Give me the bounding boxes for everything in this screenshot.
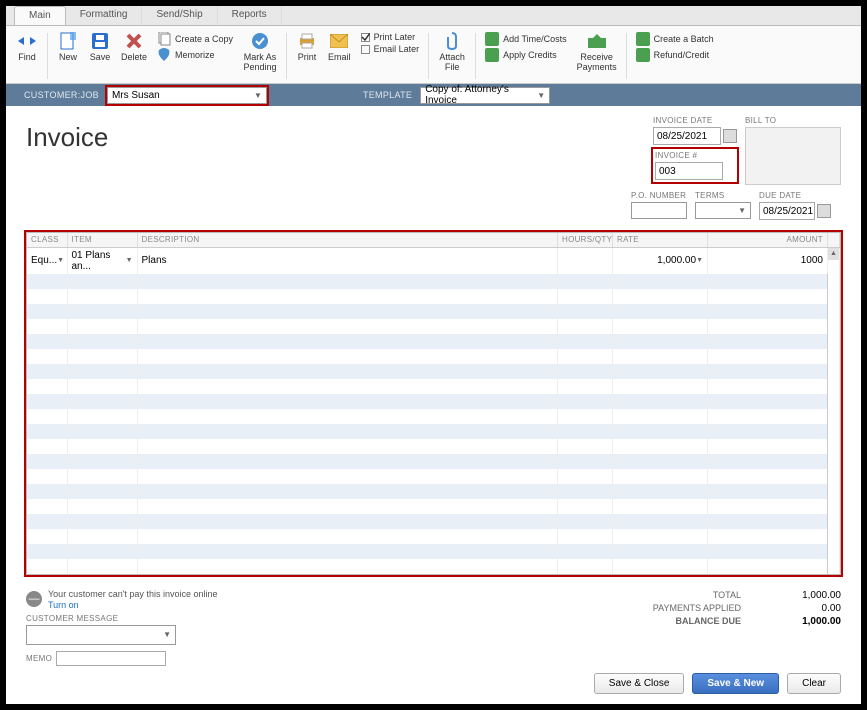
receive-button[interactable]: Receive Payments xyxy=(573,30,621,74)
memorize-icon xyxy=(157,48,171,62)
memo-input[interactable] xyxy=(56,651,166,666)
line-items-table: CLASS ITEM DESCRIPTION HOURS/QTY RATE AM… xyxy=(26,232,841,575)
tab-formatting[interactable]: Formatting xyxy=(66,6,143,25)
later-group: Print Later Email Later xyxy=(357,30,424,56)
info-icon: — xyxy=(26,591,42,607)
save-icon xyxy=(91,32,109,50)
col-desc[interactable]: DESCRIPTION xyxy=(137,233,558,247)
new-icon xyxy=(59,32,77,50)
refund-button[interactable]: Refund/Credit xyxy=(636,48,714,62)
tab-sendship[interactable]: Send/Ship xyxy=(142,6,217,25)
template-label: TEMPLATE xyxy=(363,90,412,100)
credits-group: Add Time/Costs Apply Credits xyxy=(481,30,571,64)
customer-message-combo[interactable]: ▼ xyxy=(26,625,176,645)
col-rate[interactable]: RATE xyxy=(613,233,708,247)
col-amount[interactable]: AMOUNT xyxy=(708,233,828,247)
check-icon xyxy=(251,32,269,50)
calendar-icon[interactable] xyxy=(723,129,737,143)
invoice-date-label: INVOICE DATE xyxy=(653,116,737,125)
save-close-button[interactable]: Save & Close xyxy=(594,673,685,694)
save-button[interactable]: Save xyxy=(85,30,115,64)
print-icon xyxy=(298,32,316,50)
new-button[interactable]: New xyxy=(53,30,83,64)
email-button[interactable]: Email xyxy=(324,30,355,64)
clock-icon xyxy=(485,32,499,46)
refund-icon xyxy=(636,48,650,62)
calendar-icon[interactable] xyxy=(817,204,831,218)
terms-combo[interactable]: ▼ xyxy=(695,202,751,219)
apply-credits-button[interactable]: Apply Credits xyxy=(485,48,567,62)
totals: TOTAL1,000.00 PAYMENTS APPLIED0.00 BALAN… xyxy=(621,589,841,628)
customer-job-combo[interactable]: Mrs Susan▼ xyxy=(107,87,267,104)
action-buttons: Save & Close Save & New Clear xyxy=(594,673,841,694)
bill-to-label: BILL TO xyxy=(745,116,841,125)
memorize-button[interactable]: Memorize xyxy=(157,48,233,62)
invoice-date-field[interactable]: 08/25/2021 xyxy=(653,127,721,145)
class-cell[interactable]: Equ...▼ xyxy=(31,255,63,266)
batch-icon xyxy=(636,32,650,46)
attach-icon xyxy=(443,32,461,50)
create-copy-button[interactable]: Create a Copy xyxy=(157,32,233,46)
due-date-field[interactable]: 08/25/2021 xyxy=(759,202,815,220)
print-later-check[interactable]: Print Later xyxy=(361,32,420,42)
delete-icon xyxy=(125,32,143,50)
desc-cell[interactable]: Plans xyxy=(137,247,558,274)
terms-label: TERMS xyxy=(695,191,751,200)
due-label: DUE DATE xyxy=(759,191,831,200)
col-class[interactable]: CLASS xyxy=(27,233,67,247)
clear-button[interactable]: Clear xyxy=(787,673,841,694)
copy-memorize-group: Create a Copy Memorize xyxy=(153,30,237,64)
item-cell[interactable]: 01 Plans an...▼ xyxy=(72,250,133,272)
mark-pending-button[interactable]: Mark As Pending xyxy=(239,30,281,74)
bill-to-box[interactable] xyxy=(745,127,841,185)
tab-main[interactable]: Main xyxy=(14,6,66,25)
line-row[interactable]: Equ...▼ 01 Plans an...▼ Plans 1,000.00▼ … xyxy=(27,247,840,274)
memo-label: MEMO xyxy=(26,654,52,663)
print-button[interactable]: Print xyxy=(292,30,322,64)
col-qty[interactable]: HOURS/QTY xyxy=(558,233,613,247)
tab-reports[interactable]: Reports xyxy=(218,6,282,25)
delete-button[interactable]: Delete xyxy=(117,30,151,64)
email-later-check[interactable]: Email Later xyxy=(361,44,420,54)
attach-button[interactable]: Attach File xyxy=(434,30,470,74)
create-batch-button[interactable]: Create a Batch xyxy=(636,32,714,46)
qty-cell[interactable] xyxy=(558,247,613,274)
turn-on-link[interactable]: Turn on xyxy=(48,600,217,610)
credits-icon xyxy=(485,48,499,62)
invoice-num-field[interactable]: 003 xyxy=(655,162,723,180)
invoice-num-label: INVOICE # xyxy=(655,151,735,160)
customer-message-label: CUSTOMER MESSAGE xyxy=(26,614,621,623)
tab-bar: Main Formatting Send/Ship Reports xyxy=(6,6,861,26)
page-title: Invoice xyxy=(26,122,108,153)
col-item[interactable]: ITEM xyxy=(67,233,137,247)
copy-icon xyxy=(157,32,171,46)
online-pay-notice: — Your customer can't pay this invoice o… xyxy=(26,589,621,610)
po-label: P.O. NUMBER xyxy=(631,191,687,200)
scrollbar[interactable]: ▲ xyxy=(828,247,840,574)
email-icon xyxy=(330,32,348,50)
find-button[interactable]: Find xyxy=(12,30,42,64)
template-combo[interactable]: Copy of: Attorney's Invoice▼ xyxy=(420,87,550,104)
toolbar: Find New Save Delete Create a Copy Memor… xyxy=(6,26,861,84)
add-time-button[interactable]: Add Time/Costs xyxy=(485,32,567,46)
invoice-form: Invoice INVOICE DATE 08/25/2021 INVOICE … xyxy=(6,106,861,666)
context-bar: CUSTOMER:JOB Mrs Susan▼ TEMPLATE Copy of… xyxy=(6,84,861,106)
po-field[interactable] xyxy=(631,202,687,219)
batch-group: Create a Batch Refund/Credit xyxy=(632,30,718,64)
customer-job-label: CUSTOMER:JOB xyxy=(24,90,99,100)
receive-icon xyxy=(588,32,606,50)
amount-cell[interactable]: 1000 xyxy=(708,247,828,274)
rate-cell[interactable]: 1,000.00▼ xyxy=(617,255,703,266)
save-new-button[interactable]: Save & New xyxy=(692,673,779,694)
arrows-icon xyxy=(18,32,36,50)
